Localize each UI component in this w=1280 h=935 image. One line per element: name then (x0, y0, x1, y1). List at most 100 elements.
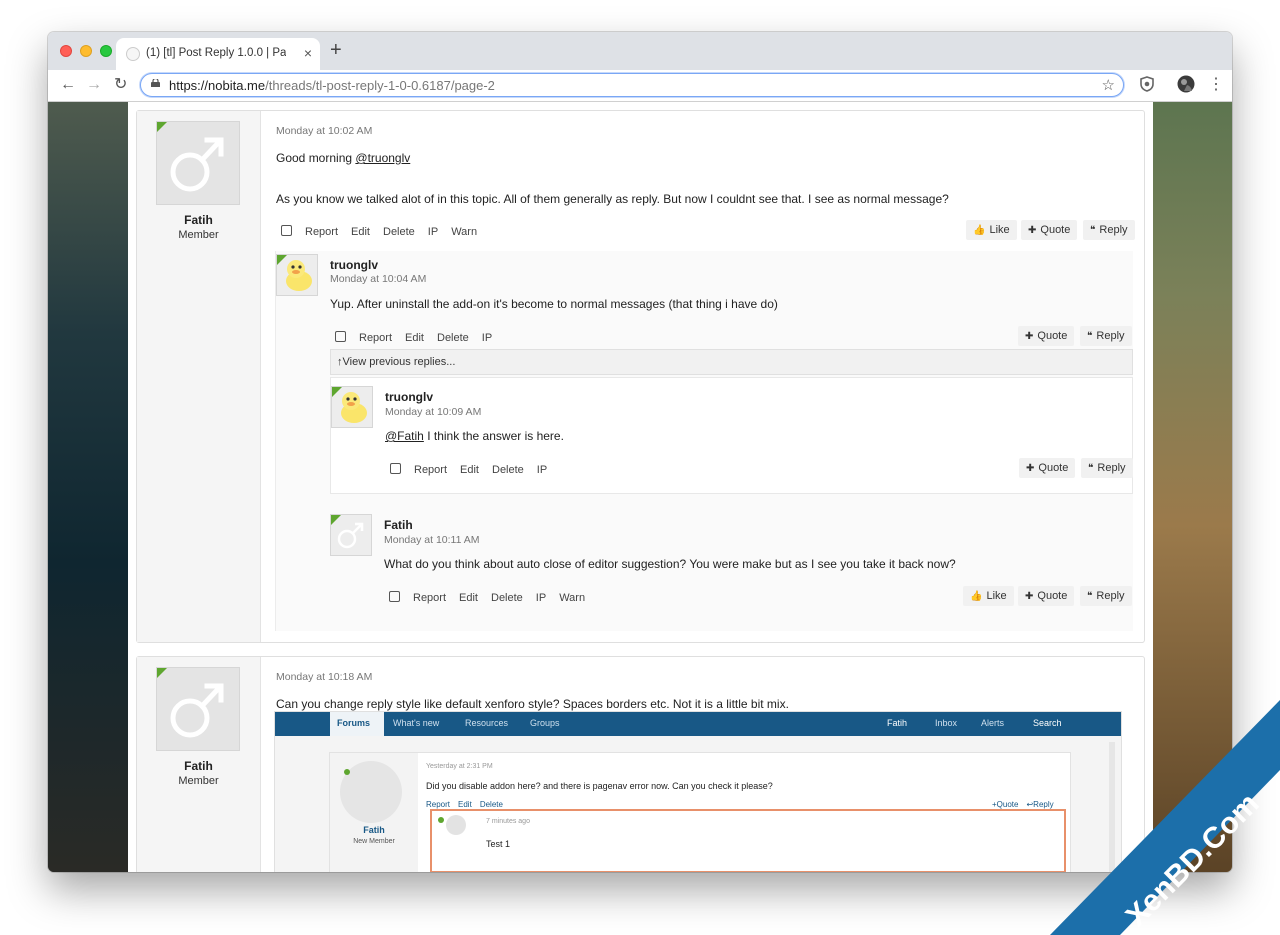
ip-link[interactable]: IP (536, 592, 546, 604)
nested-reply-action-bar: Report Edit Delete IP Warn (389, 591, 598, 604)
browser-tab[interactable]: (1) [tl] Post Reply 1.0.0 | Page 2 × (116, 38, 320, 70)
user-title: Member (178, 775, 219, 787)
male-symbol-icon (170, 683, 224, 738)
embedded-nav-groups: Groups (530, 718, 560, 728)
avatar[interactable] (156, 667, 240, 751)
nested-reply-avatar[interactable] (330, 514, 372, 556)
delete-link[interactable]: Delete (491, 592, 523, 604)
quote-label: Quote (1037, 330, 1068, 342)
browser-menu-icon[interactable]: ⋮ (1208, 75, 1224, 95)
username[interactable]: Fatih (137, 213, 260, 227)
embedded-nav-search: Search (1033, 718, 1062, 728)
plus-icon: ✚ (1025, 331, 1034, 342)
edit-link[interactable]: Edit (460, 464, 479, 476)
quote-button[interactable]: ✚ Quote (1021, 220, 1078, 240)
warn-link[interactable]: Warn (451, 226, 477, 238)
reply-button[interactable]: ❝ Reply (1081, 458, 1133, 478)
quote-button[interactable]: ✚ Quote (1018, 326, 1075, 346)
thumbs-up-icon: 👍 (973, 225, 986, 236)
like-label: Like (989, 224, 1010, 236)
warn-link[interactable]: Warn (559, 592, 585, 604)
select-checkbox[interactable] (281, 225, 292, 236)
profile-avatar-icon[interactable] (1177, 75, 1195, 93)
embedded-screenshot[interactable]: Forums What's new Resources Groups Fatih… (274, 711, 1122, 872)
ip-link[interactable]: IP (537, 464, 547, 476)
delete-link[interactable]: Delete (437, 332, 469, 344)
forward-button[interactable]: → (86, 75, 102, 95)
lock-icon (151, 79, 160, 87)
embedded-post-body: Did you disable addon here? and there is… (426, 781, 773, 791)
reply-button[interactable]: ❝ Reply (1080, 586, 1132, 606)
avatar[interactable] (156, 121, 240, 205)
embedded-nav-whats-new: What's new (393, 718, 440, 728)
reply-time[interactable]: Monday at 10:04 AM (330, 273, 426, 285)
report-link[interactable]: Report (305, 226, 338, 238)
edit-link[interactable]: Edit (405, 332, 424, 344)
bookmark-star-icon[interactable]: ☆ (1102, 76, 1115, 94)
ip-link[interactable]: IP (428, 226, 438, 238)
reply-label: Reply (1097, 462, 1126, 474)
quote-marks-icon: ❝ (1088, 463, 1094, 474)
select-checkbox[interactable] (390, 463, 401, 474)
mention-link[interactable]: @Fatih (385, 429, 424, 443)
post-body: Can you change reply style like default … (276, 697, 789, 711)
reply-button[interactable]: ❝ Reply (1080, 326, 1132, 346)
mention-link[interactable]: @truonglv (355, 151, 410, 165)
thumbs-up-icon: 👍 (970, 591, 983, 602)
post-time[interactable]: Monday at 10:02 AM (276, 125, 372, 137)
quote-label: Quote (1038, 462, 1069, 474)
like-button[interactable]: 👍 Like (963, 586, 1014, 606)
view-previous-replies-link[interactable]: ↑View previous replies... (330, 349, 1133, 375)
plus-icon: ✚ (1026, 463, 1035, 474)
reply-avatar[interactable] (276, 254, 318, 296)
delete-link[interactable]: Delete (492, 464, 524, 476)
embedded-nav-forums: Forums (337, 718, 371, 728)
embedded-nav-user: Fatih (887, 718, 908, 728)
reply-button[interactable]: ❝ Reply (1083, 220, 1135, 240)
user-title: Member (178, 229, 219, 241)
message-user-cell: Fatih Member (137, 111, 261, 642)
report-link[interactable]: Report (413, 592, 446, 604)
nested-reply-action-bar: Report Edit Delete IP (390, 463, 560, 476)
embedded-user-title: New Member (353, 838, 395, 845)
post-action-bar: Report Edit Delete IP Warn (281, 225, 490, 238)
nested-reply-username[interactable]: truonglv (385, 390, 433, 404)
ip-link[interactable]: IP (482, 332, 492, 344)
username[interactable]: Fatih (137, 759, 260, 773)
reload-button[interactable]: ↻ (114, 75, 127, 95)
embedded-action-bar: Report Edit Delete (426, 800, 503, 809)
url-host: https://nobita.me (169, 78, 266, 93)
post-time[interactable]: Monday at 10:18 AM (276, 671, 372, 683)
close-window-button[interactable] (60, 45, 72, 57)
new-tab-button[interactable]: + (330, 40, 342, 60)
back-button[interactable]: ← (60, 75, 76, 95)
browser-toolbar: ← → ↻ https://nobita.me/threads/tl-post-… (48, 70, 1232, 102)
edit-link[interactable]: Edit (351, 226, 370, 238)
quote-button[interactable]: ✚ Quote (1018, 586, 1075, 606)
page-viewport: Fatih Member Monday at 10:02 AM Good mor… (48, 102, 1232, 872)
shield-extension-icon[interactable] (1140, 76, 1154, 92)
reply-label: Reply (1096, 590, 1125, 602)
reply-username[interactable]: truonglv (330, 258, 378, 272)
embedded-reply-body: Test 1 (486, 839, 511, 849)
delete-link[interactable]: Delete (383, 226, 415, 238)
minimize-window-button[interactable] (80, 45, 92, 57)
report-link[interactable]: Report (359, 332, 392, 344)
address-bar[interactable]: https://nobita.me/threads/tl-post-reply-… (140, 73, 1124, 97)
edit-link[interactable]: Edit (459, 592, 478, 604)
select-checkbox[interactable] (389, 591, 400, 602)
nested-reply-avatar[interactable] (331, 386, 373, 428)
report-link[interactable]: Report (414, 464, 447, 476)
browser-window: (1) [tl] Post Reply 1.0.0 | Page 2 × + ←… (48, 32, 1232, 872)
tab-strip: (1) [tl] Post Reply 1.0.0 | Page 2 × + (48, 32, 1232, 70)
quote-button[interactable]: ✚ Quote (1019, 458, 1076, 478)
select-checkbox[interactable] (335, 331, 346, 342)
nested-reply-time[interactable]: Monday at 10:11 AM (384, 534, 480, 546)
maximize-window-button[interactable] (100, 45, 112, 57)
like-button[interactable]: 👍 Like (966, 220, 1017, 240)
embedded-nav-resources: Resources (465, 718, 509, 728)
nested-reply-time[interactable]: Monday at 10:09 AM (385, 406, 481, 418)
quote-marks-icon: ❝ (1090, 225, 1096, 236)
nested-reply-username[interactable]: Fatih (384, 518, 413, 532)
tab-close-icon[interactable]: × (304, 44, 312, 62)
